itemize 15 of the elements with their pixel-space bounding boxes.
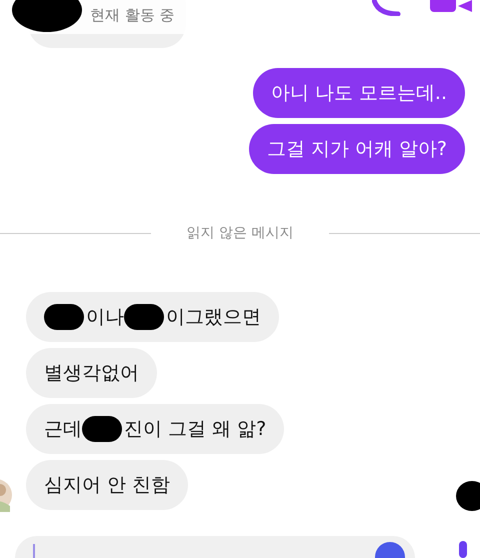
message-bubble: 별생각없어 (26, 348, 157, 398)
unread-divider-label: 읽지 않은 메시지 (186, 224, 294, 242)
message-bubble: 아니 나도 모르는데.. (252, 68, 465, 118)
redaction-mark (124, 304, 164, 330)
phone-icon[interactable] (372, 0, 402, 16)
message-bubble: 이나 이그랬으면 (26, 292, 279, 342)
redaction-mark (44, 304, 84, 330)
video-icon[interactable] (430, 0, 472, 14)
active-status: 현재 활동 중 (90, 6, 175, 25)
redaction-mark (456, 481, 480, 511)
redaction-mark (82, 416, 122, 442)
redaction-mark (12, 0, 82, 32)
message-bubble: 심지어 안 친함 (26, 460, 188, 510)
message-bubble: 그걸 지가 어캐 알아? (248, 124, 465, 174)
message-bubble: 근데 진이 그걸 왜 앎? (26, 404, 284, 454)
